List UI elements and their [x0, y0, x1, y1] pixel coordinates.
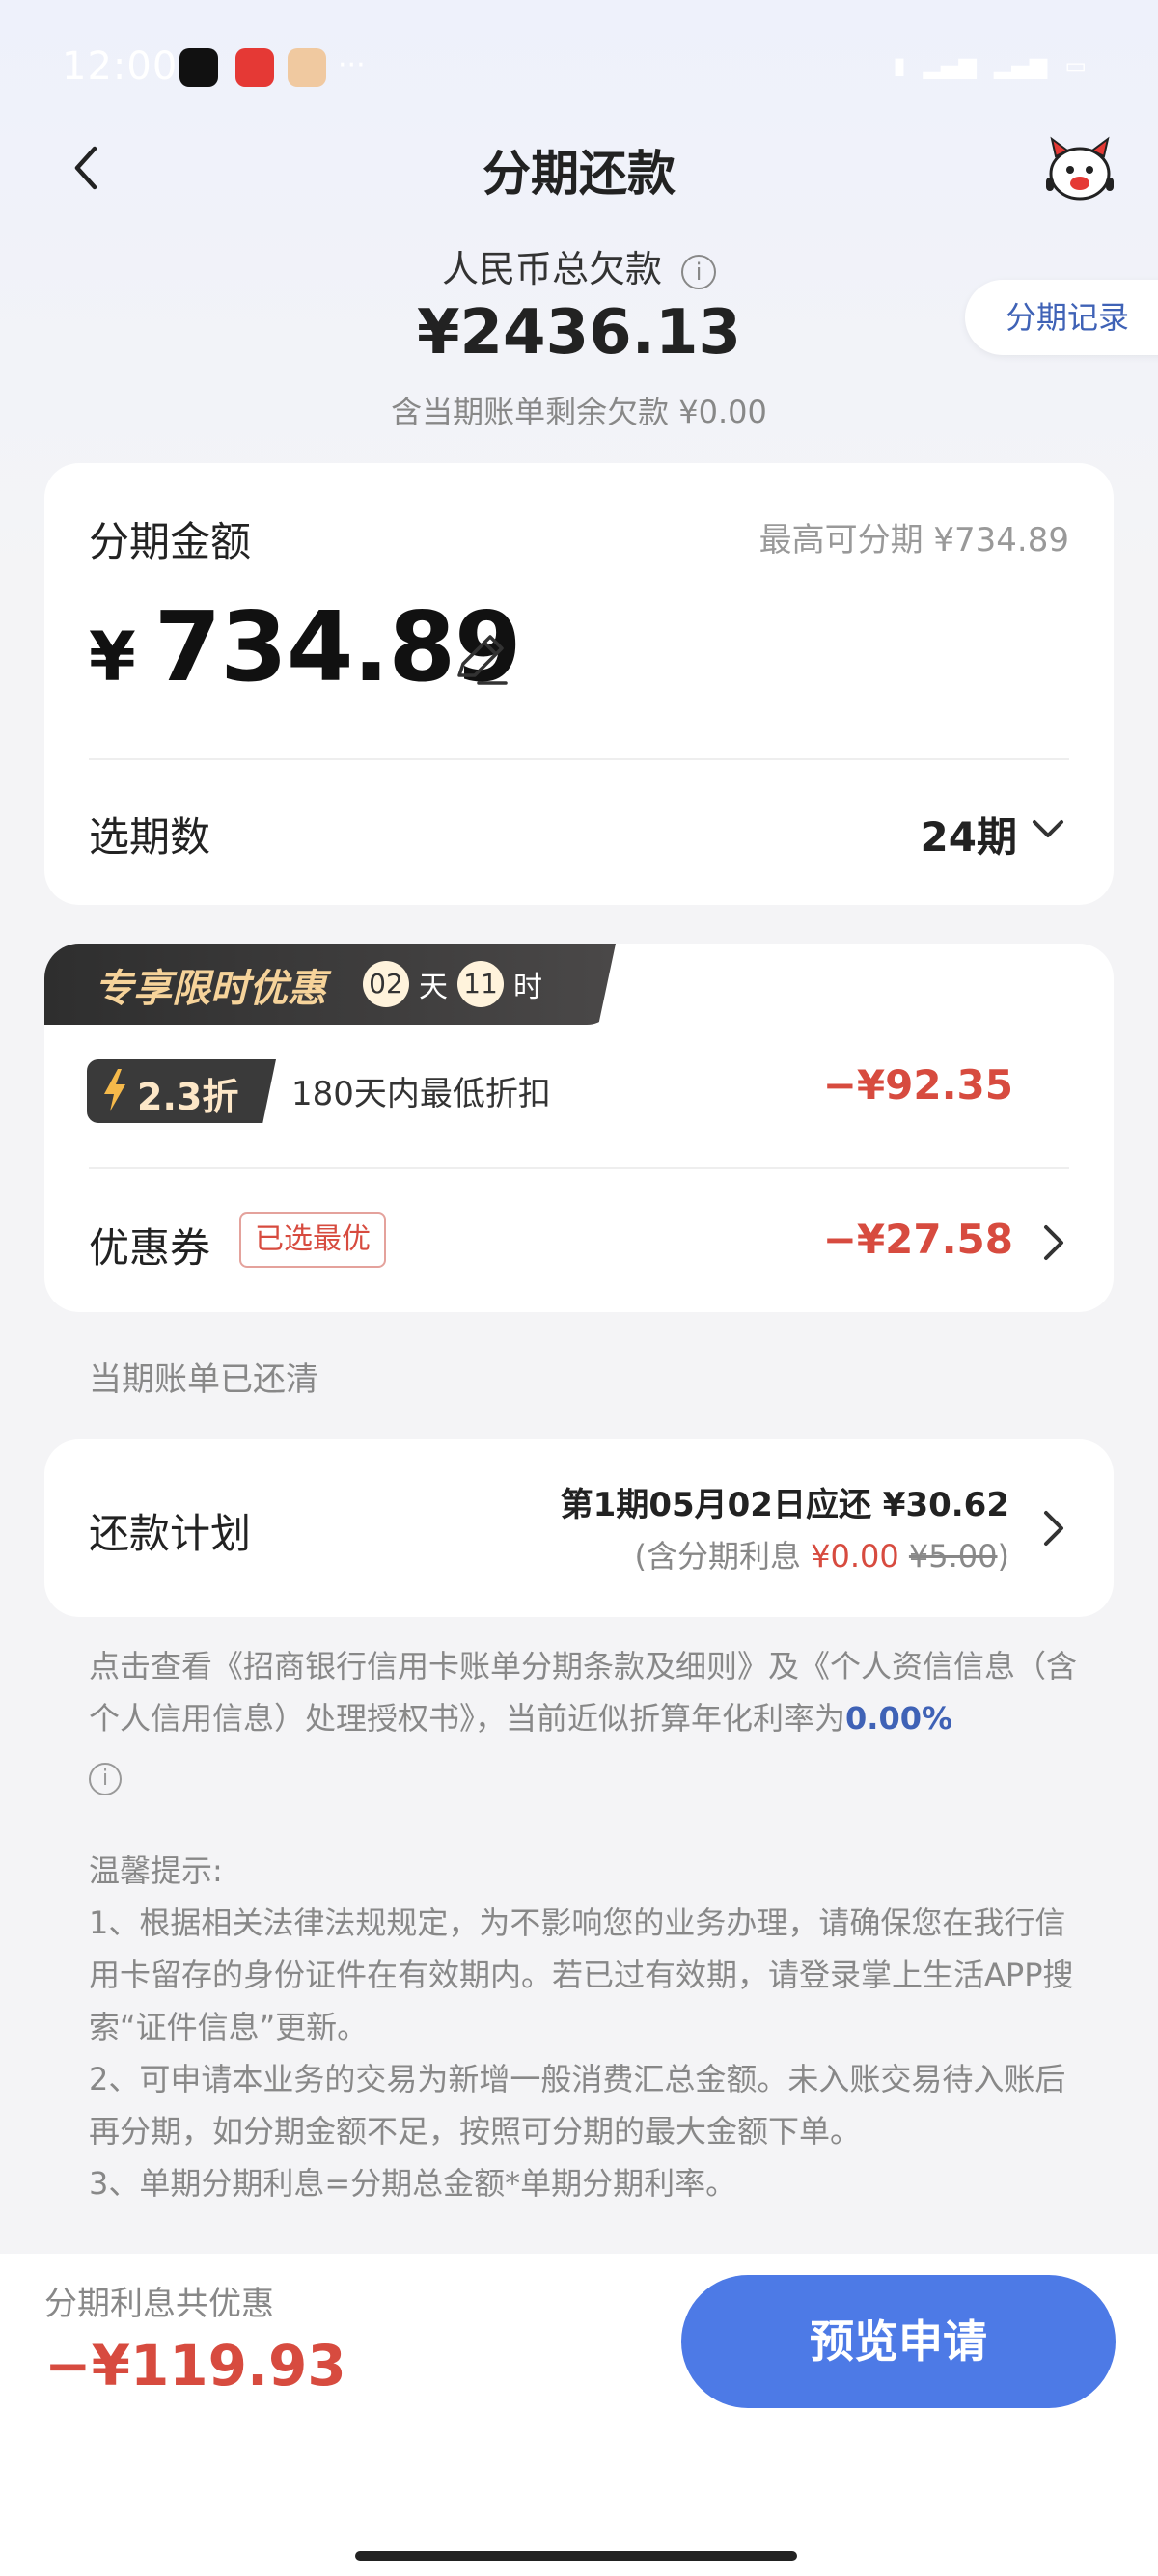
- tips-title: 温馨提示:: [89, 1852, 223, 1889]
- interest-original: ¥5.00: [908, 1538, 998, 1575]
- first-payment-info: 第1期05月02日应还 ¥30.62: [560, 1486, 1009, 1524]
- max-installment-label: 最高可分期 ¥734.89: [758, 521, 1069, 560]
- mascot-icon[interactable]: [1042, 135, 1117, 205]
- tip-item: 1、根据相关法律法规规定，为不影响您的业务办理，请确保您在我行信用卡留存的身份证…: [89, 1905, 1074, 2045]
- annual-rate: 0.00%: [845, 1700, 953, 1737]
- current-bill-remaining: 含当期账单剩余欠款 ¥0.00: [391, 394, 767, 430]
- tip-item: 3、单期分期利息=分期总金额*单期分期利率。: [89, 2165, 737, 2202]
- status-bar: 12:00 ··· ▮ ▂▄▆ ▂▄▆ ▭: [0, 39, 1158, 96]
- edit-pencil-icon[interactable]: [450, 627, 511, 689]
- countdown-hours-unit: 时: [513, 971, 542, 1004]
- interest-suffix: ): [997, 1538, 1009, 1575]
- chevron-down-icon[interactable]: [1029, 814, 1067, 843]
- chevron-right-icon[interactable]: [1042, 1223, 1065, 1262]
- chevron-right-icon[interactable]: [1042, 1509, 1065, 1548]
- 5g-signal-icon: ▂▄▆: [993, 52, 1048, 79]
- info-icon[interactable]: i: [89, 1763, 122, 1795]
- divider: [89, 758, 1069, 760]
- coupon-best-tag: 已选最优: [239, 1212, 386, 1268]
- repayment-plan-card[interactable]: 还款计划 第1期05月02日应还 ¥30.62 (含分期利息 ¥0.00 ¥5.…: [44, 1439, 1114, 1617]
- coupon-amount[interactable]: −¥27.58: [823, 1216, 1013, 1263]
- info-icon[interactable]: i: [681, 255, 717, 289]
- bill-status-note: 当期账单已还清: [89, 1360, 318, 1399]
- period-label: 选期数: [89, 813, 211, 861]
- tips-section: 温馨提示: 1、根据相关法律法规规定，为不影响您的业务办理，请确保您在我行信用卡…: [89, 1845, 1083, 2209]
- promotion-card: 专享限时优惠 02 天 11 时 2.3折 180天内最低折扣 −¥92.35 …: [44, 944, 1114, 1312]
- discount-description: 180天内最低折扣: [291, 1075, 551, 1113]
- app-notification-icon: [179, 48, 218, 87]
- lightning-icon: [104, 1069, 125, 1111]
- interest-saving-amount: −¥119.93: [44, 2333, 346, 2398]
- coupon-label[interactable]: 优惠券: [89, 1216, 210, 1274]
- period-select[interactable]: 24期: [921, 805, 1017, 863]
- promo-title: 专享限时优惠: [95, 967, 326, 1011]
- interest-saving-label: 分期利息共优惠: [44, 2285, 274, 2323]
- interest-info: (含分期利息 ¥0.00 ¥5.00): [634, 1532, 1009, 1576]
- app-notification-icon: [288, 48, 326, 87]
- countdown-days: 02: [363, 961, 409, 1007]
- bottom-bar: 分期利息共优惠 −¥119.93 预览申请: [0, 2254, 1158, 2576]
- tip-item: 2、可申请本业务的交易为新增一般消费汇总金额。未入账交易待入账后再分期，如分期金…: [89, 2061, 1066, 2150]
- agreement-text[interactable]: 点击查看《招商银行信用卡账单分期条款及细则》及《个人资信信息（含个人信用信息）处…: [89, 1640, 1083, 1796]
- promo-banner: 专享限时优惠 02 天 11 时: [44, 944, 616, 1025]
- installment-amount-card: 分期金额 最高可分期 ¥734.89 ¥734.89 选期数 24期: [44, 463, 1114, 905]
- installment-amount-label: 分期金额: [89, 518, 252, 565]
- divider: [89, 1167, 1069, 1169]
- preview-apply-button[interactable]: 预览申请: [681, 2275, 1116, 2408]
- status-time: 12:00: [62, 44, 179, 89]
- more-notifications-icon: ···: [338, 48, 366, 82]
- home-indicator[interactable]: [355, 2551, 797, 2561]
- app-notification-icon: [235, 48, 274, 87]
- countdown-hours: 11: [457, 961, 504, 1007]
- interest-prefix: (含分期利息: [634, 1538, 812, 1575]
- page-title: 分期还款: [482, 146, 676, 202]
- installment-record-button[interactable]: 分期记录: [965, 280, 1158, 355]
- currency-symbol: ¥: [89, 617, 136, 697]
- interest-current: ¥0.00: [811, 1538, 899, 1575]
- discount-amount: −¥92.35: [822, 1061, 1013, 1109]
- status-icons: ▮ ▂▄▆ ▂▄▆ ▭: [893, 52, 1087, 79]
- 5g-signal-icon: ▂▄▆: [923, 52, 977, 79]
- network-speed-icon: ▮: [893, 52, 906, 79]
- countdown-days-unit: 天: [419, 971, 448, 1004]
- discount-badge: 2.3折: [87, 1059, 276, 1123]
- repayment-plan-label: 还款计划: [89, 1510, 252, 1557]
- discount-badge-text: 2.3折: [137, 1076, 239, 1118]
- total-debt-label-text: 人民币总欠款: [441, 248, 662, 290]
- battery-icon: ▭: [1064, 52, 1087, 79]
